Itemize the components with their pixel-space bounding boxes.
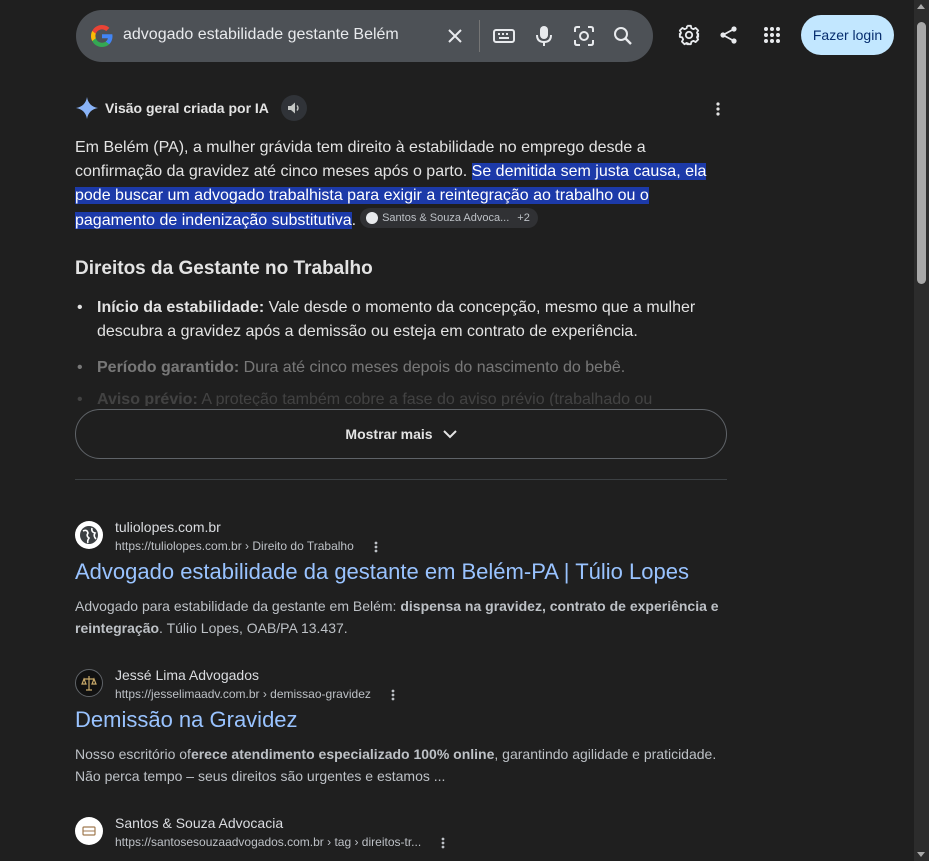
snippet-text: Advogado para estabilidade da gestante e… bbox=[75, 598, 401, 614]
result-site-name[interactable]: tuliolopes.com.br bbox=[115, 519, 221, 535]
snippet-text: . Túlio Lopes, OAB/PA 13.437. bbox=[159, 620, 348, 636]
firm-logo-icon bbox=[75, 817, 103, 845]
show-more-button[interactable]: Mostrar mais bbox=[75, 409, 727, 459]
result-title-link[interactable]: Demissão na Gravidez bbox=[75, 707, 298, 733]
login-button[interactable]: Fazer login bbox=[801, 15, 894, 55]
bullet-text: A proteção também cobre a fase do aviso … bbox=[197, 391, 653, 406]
result-site-name[interactable]: Santos & Souza Advocacia bbox=[115, 815, 283, 831]
ai-overview-paragraph: Em Belém (PA), a mulher grávida tem dire… bbox=[75, 136, 725, 233]
result-more-icon[interactable] bbox=[436, 835, 450, 851]
ai-bullet-item: Início da estabilidade: Vale desde o mom… bbox=[75, 296, 725, 344]
source-chip[interactable]: Santos & Souza Advoca... +2 bbox=[360, 208, 538, 228]
share-icon[interactable] bbox=[717, 23, 741, 47]
show-more-label: Mostrar mais bbox=[345, 426, 433, 442]
result-url[interactable]: https://santosesouzaadvogados.com.br › t… bbox=[115, 835, 421, 849]
source-chip-more: +2 bbox=[517, 212, 530, 224]
search-query[interactable]: advogado estabilidade gestante Belém bbox=[123, 26, 399, 44]
keyboard-icon[interactable] bbox=[492, 24, 516, 48]
result-more-icon[interactable] bbox=[369, 539, 383, 555]
snippet-bold: erece atendimento especializado 100% onl… bbox=[190, 746, 495, 762]
source-chip-label: Santos & Souza Advoca... bbox=[382, 212, 510, 224]
scroll-up-arrow-icon[interactable] bbox=[917, 4, 925, 9]
apps-grid-icon[interactable] bbox=[760, 23, 784, 47]
bullet-bold: Início da estabilidade: bbox=[97, 299, 265, 316]
bullet-text: Dura até cinco meses depois do nasciment… bbox=[239, 359, 626, 376]
ai-overview-title: Visão geral criada por IA bbox=[105, 100, 269, 116]
settings-gear-icon[interactable] bbox=[677, 23, 701, 47]
microphone-icon[interactable] bbox=[532, 24, 556, 48]
result-more-icon[interactable] bbox=[386, 687, 400, 703]
result-snippet: Nosso escritório oferece atendimento esp… bbox=[75, 743, 725, 787]
search-divider bbox=[479, 20, 480, 52]
ai-bullet-list: Início da estabilidade: Vale desde o mom… bbox=[75, 296, 725, 418]
ai-overview-more-icon[interactable] bbox=[706, 97, 730, 121]
scrollbar-thumb[interactable] bbox=[917, 22, 926, 284]
scroll-down-arrow-icon[interactable] bbox=[917, 852, 925, 857]
bullet-bold: Período garantido: bbox=[97, 359, 240, 376]
result-url[interactable]: https://jesselimaadv.com.br › demissao-g… bbox=[115, 687, 371, 701]
ai-sparkle-icon bbox=[75, 96, 99, 120]
source-favicon-icon bbox=[366, 212, 379, 224]
result-site-name[interactable]: Jessé Lima Advogados bbox=[115, 667, 259, 683]
bullet-bold: Aviso prévio: bbox=[97, 391, 198, 406]
result-url[interactable]: https://tuliolopes.com.br › Direito do T… bbox=[115, 539, 354, 553]
chevron-down-icon bbox=[442, 429, 457, 438]
ai-bullet-item: Aviso prévio: A proteção também cobre a … bbox=[75, 388, 725, 406]
ai-para-end: . bbox=[351, 212, 357, 229]
search-bar[interactable]: advogado estabilidade gestante Belém bbox=[76, 10, 653, 62]
result-title-link[interactable]: Advogado estabilidade da gestante em Bel… bbox=[75, 559, 689, 585]
ai-section-heading: Direitos da Gestante no Trabalho bbox=[75, 258, 373, 279]
globe-icon bbox=[75, 521, 103, 549]
result-snippet: Advogado para estabilidade da gestante e… bbox=[75, 595, 725, 639]
search-icon[interactable] bbox=[611, 24, 635, 48]
google-logo-icon bbox=[91, 25, 113, 47]
clear-icon[interactable] bbox=[443, 24, 467, 48]
scrollbar[interactable] bbox=[914, 0, 929, 861]
listen-speaker-icon[interactable] bbox=[281, 95, 307, 121]
section-divider bbox=[75, 479, 727, 480]
lens-camera-icon[interactable] bbox=[572, 24, 596, 48]
ai-bullet-item: Período garantido: Dura até cinco meses … bbox=[75, 356, 725, 380]
scales-logo-icon bbox=[75, 669, 103, 697]
snippet-text: Nosso escritório of bbox=[75, 746, 191, 762]
